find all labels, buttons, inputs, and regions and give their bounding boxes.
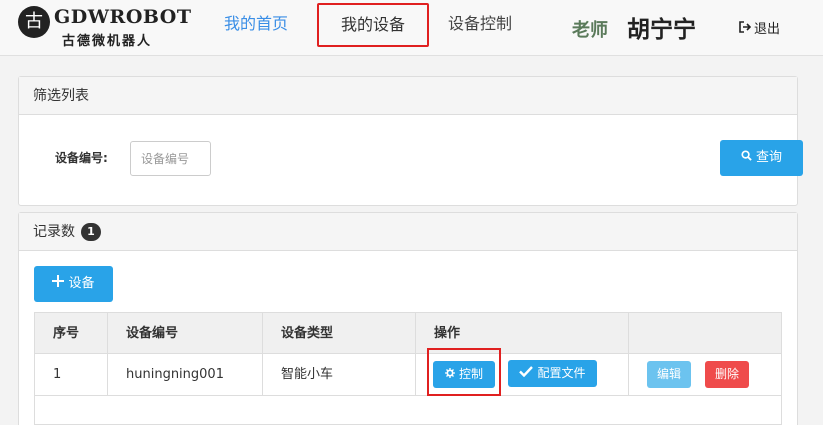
logo-subtitle: 古德微机器人 [62,34,153,49]
device-id-input[interactable] [130,141,211,176]
top-navbar: 古 GDWROBOT 古德微机器人 我的首页 我的设备 设备控制 老师 胡宁宁 … [0,0,823,56]
header-index: 序号 [35,313,108,353]
nav-link-my-devices[interactable]: 我的设备 [317,3,429,47]
row-index: 1 [35,354,108,395]
row-device-type: 智能小车 [263,354,416,395]
header-device-type: 设备类型 [263,313,416,353]
config-file-button[interactable]: 配置文件 [508,360,597,387]
config-file-label: 配置文件 [537,366,586,380]
logout-button[interactable]: 退出 [738,18,780,37]
query-button[interactable]: 查询 [720,140,803,176]
logo-text: GDWROBOT [54,6,192,28]
filter-panel: 筛选列表 设备编号: [18,76,798,206]
nav-link-device-control[interactable]: 设备控制 [448,0,512,48]
control-label: 控制 [458,367,483,381]
logout-label: 退出 [754,22,781,37]
add-device-button[interactable]: 设备 [34,266,113,302]
add-device-label: 设备 [68,276,95,291]
search-icon [741,140,752,176]
records-count-badge: 1 [81,223,101,241]
gear-icon [444,361,455,388]
control-button[interactable]: 控制 [433,361,495,388]
brand-logo[interactable]: 古 GDWROBOT 古德微机器人 [18,4,198,49]
delete-button[interactable]: 删除 [705,361,749,388]
nav-link-home[interactable]: 我的首页 [224,0,288,48]
check-icon [519,360,534,387]
user-role: 老师 [572,20,608,41]
table-header-row: 序号 设备编号 设备类型 操作 [35,313,781,354]
row-device-id: huningning001 [108,354,263,395]
device-id-label: 设备编号: [55,151,108,165]
records-panel-header: 记录数 1 [19,213,797,251]
records-title: 记录数 [33,224,75,240]
user-name: 胡宁宁 [627,17,696,43]
logo-badge-icon: 古 [18,6,50,38]
header-extra [629,313,783,353]
header-device-id: 设备编号 [108,313,263,353]
edit-button[interactable]: 编辑 [647,361,691,388]
filter-panel-title: 筛选列表 [19,77,797,115]
plus-icon [52,266,65,302]
sign-out-icon [738,21,752,36]
header-actions: 操作 [416,313,629,353]
query-label: 查询 [755,150,782,165]
